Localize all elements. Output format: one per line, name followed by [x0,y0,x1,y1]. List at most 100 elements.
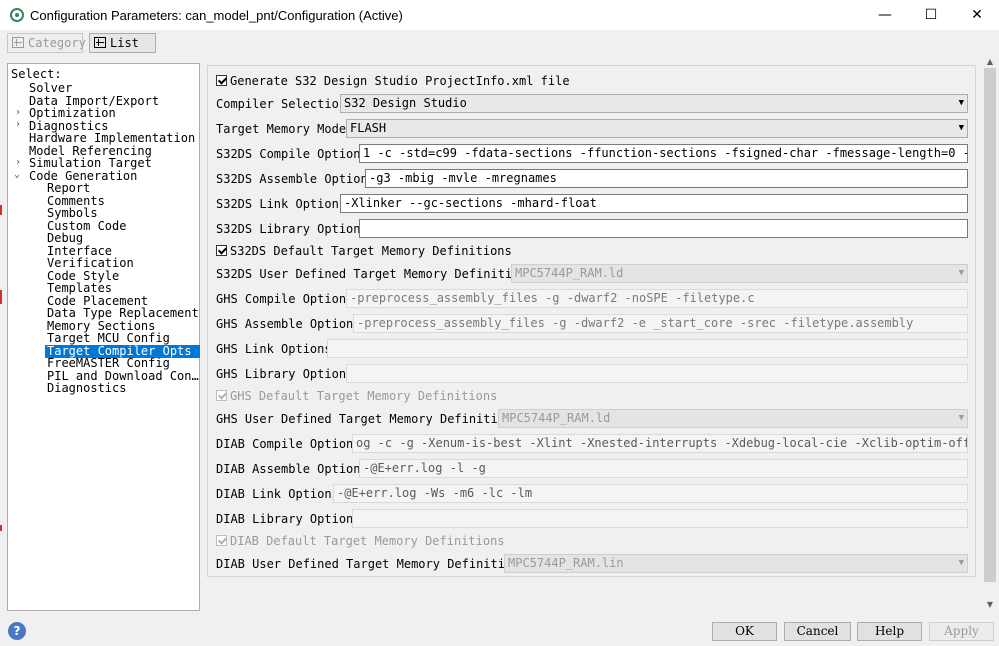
target-memory-model-label: Target Memory Model [216,122,354,136]
diab-link-input[interactable]: -@E+err.log -Ws -m6 -lc -lm [333,484,968,503]
diab-assemble-input[interactable]: -@E+err.log -l -g [359,459,968,478]
s32ds-link-label: S32DS Link Options [216,197,347,211]
tree-header: Select: [11,67,62,81]
ghs-default-mem-row[interactable]: GHS Default Target Memory Definitions [216,386,616,406]
matlab-config-icon [10,8,24,22]
help-button[interactable]: Help [857,622,922,641]
title-bar: Configuration Parameters: can_model_pnt/… [0,0,999,30]
diab-default-mem-label: DIAB Default Target Memory Definitions [230,534,505,548]
help-icon[interactable]: ? [8,622,26,640]
cancel-button[interactable]: Cancel [784,622,851,641]
apply-button[interactable]: Apply [929,622,994,641]
ghs-assemble-label: GHS Assemble Options [216,317,361,331]
ghs-link-row: GHS Link Options [216,339,971,359]
compiler-selection-label: Compiler Selection [216,97,347,111]
category-view-button[interactable]: Category [7,33,86,53]
left-edge-mark [0,525,2,531]
ghs-default-mem-label: GHS Default Target Memory Definitions [230,389,498,403]
chevron-right-icon[interactable]: › [15,157,21,168]
s32ds-assemble-label: S32DS Assemble Options [216,172,375,186]
list-icon [94,37,106,48]
diab-user-mem-label: DIAB User Defined Target Memory Definiti… [216,557,527,571]
diab-library-label: DIAB Library Options [216,512,361,526]
ghs-user-mem-label: GHS User Defined Target Memory Definitio… [216,412,520,426]
ok-button[interactable]: OK [712,622,777,641]
tree-item-diagnostics-sub[interactable]: Diagnostics [47,382,126,395]
category-label: Category [28,36,86,50]
target-memory-model-dropdown[interactable]: FLASH ▼ [346,119,968,138]
gen-projectinfo-row[interactable]: Generate S32 Design Studio ProjectInfo.x… [216,71,616,91]
view-toolbar: Category List [0,30,999,56]
diab-compile-row: DIAB Compile Options og -c -g -Xenum-is-… [216,434,971,454]
s32ds-user-mem-dropdown[interactable]: MPC5744P_RAM.ld ▼ [511,264,968,283]
s32ds-link-row: S32DS Link Options -Xlinker --gc-section… [216,194,971,214]
s32ds-library-row: S32DS Library Options [216,219,971,239]
s32ds-compile-input[interactable]: 1 -c -std=c99 -fdata-sections -ffunction… [359,144,968,163]
diab-library-input[interactable] [352,509,968,528]
minimize-button[interactable]: — [862,0,908,30]
diab-user-mem-row: DIAB User Defined Target Memory Definiti… [216,554,971,574]
window-title: Configuration Parameters: can_model_pnt/… [30,8,403,23]
chevron-right-icon[interactable]: › [15,119,21,130]
diab-library-row: DIAB Library Options [216,509,971,529]
close-button[interactable]: ✕ [954,0,999,30]
diab-default-mem-checkbox[interactable] [216,535,227,546]
diab-user-mem-dropdown[interactable]: MPC5744P_RAM.lin ▼ [504,554,968,573]
s32ds-assemble-row: S32DS Assemble Options -g3 -mbig -mvle -… [216,169,971,189]
target-memory-model-row: Target Memory Model FLASH ▼ [216,119,971,139]
ghs-default-mem-checkbox[interactable] [216,390,227,401]
ghs-library-input[interactable] [346,364,968,383]
gen-projectinfo-label: Generate S32 Design Studio ProjectInfo.x… [230,74,570,88]
s32ds-library-input[interactable] [359,219,968,238]
scroll-up-icon[interactable]: ▲ [984,57,996,67]
maximize-button[interactable]: ☐ [908,0,954,30]
category-icon [12,37,24,48]
ghs-library-row: GHS Library Options [216,364,971,384]
diab-link-row: DIAB Link Options -@E+err.log -Ws -m6 -l… [216,484,971,504]
diab-compile-input[interactable]: og -c -g -Xenum-is-best -Xlint -Xnested-… [352,434,968,453]
diab-compile-label: DIAB Compile Options [216,437,361,451]
ghs-user-mem-dropdown[interactable]: MPC5744P_RAM.ld ▼ [498,409,968,428]
ghs-assemble-input[interactable]: -preprocess_assembly_files -g -dwarf2 -e… [353,314,968,333]
category-tree: Select: Solver Data Import/Export › Opti… [7,63,200,611]
dropdown-arrow-icon: ▼ [958,413,964,423]
ghs-user-mem-row: GHS User Defined Target Memory Definitio… [216,409,971,429]
diab-assemble-label: DIAB Assemble Options [216,462,368,476]
diab-assemble-row: DIAB Assemble Options -@E+err.log -l -g [216,459,971,479]
target-memory-model-value: FLASH [350,121,387,135]
vertical-scrollbar[interactable]: ▲ ▼ [982,57,998,612]
s32ds-user-mem-label: S32DS User Defined Target Memory Definit… [216,267,534,281]
dropdown-arrow-icon: ▼ [958,98,964,108]
dropdown-arrow-icon: ▼ [958,558,964,568]
s32ds-assemble-input[interactable]: -g3 -mbig -mvle -mregnames [365,169,968,188]
s32ds-compile-row: S32DS Compile Options 1 -c -std=c99 -fda… [216,144,971,164]
ghs-library-label: GHS Library Options [216,367,354,381]
gen-projectinfo-checkbox[interactable] [216,75,227,86]
s32ds-compile-label: S32DS Compile Options [216,147,368,161]
ghs-compile-input[interactable]: -preprocess_assembly_files -g -dwarf2 -n… [346,289,968,308]
s32ds-link-input[interactable]: -Xlinker --gc-sections -mhard-float [340,194,968,213]
s32ds-default-mem-checkbox[interactable] [216,245,227,256]
left-edge-mark [0,290,2,304]
list-label: List [110,36,139,50]
ghs-link-input[interactable] [327,339,968,358]
scroll-down-icon[interactable]: ▼ [984,600,996,610]
list-view-button[interactable]: List [89,33,156,53]
ghs-compile-label: GHS Compile Options [216,292,354,306]
ghs-user-mem-value: MPC5744P_RAM.ld [502,411,611,425]
chevron-right-icon[interactable]: › [15,107,21,118]
ghs-assemble-row: GHS Assemble Options -preprocess_assembl… [216,314,971,334]
dropdown-arrow-icon: ▼ [958,123,964,133]
settings-panel: Generate S32 Design Studio ProjectInfo.x… [207,65,976,577]
diab-user-mem-value: MPC5744P_RAM.lin [508,556,624,570]
scrollbar-thumb[interactable] [984,68,996,582]
s32ds-library-label: S32DS Library Options [216,222,368,236]
compiler-selection-dropdown[interactable]: S32 Design Studio ▼ [340,94,968,113]
s32ds-default-mem-row[interactable]: S32DS Default Target Memory Definitions [216,241,616,261]
ghs-link-label: GHS Link Options [216,342,332,356]
diab-default-mem-row[interactable]: DIAB Default Target Memory Definitions [216,531,616,551]
left-edge-mark [0,205,2,215]
dropdown-arrow-icon: ▼ [958,268,964,278]
diab-link-label: DIAB Link Options [216,487,339,501]
chevron-down-icon[interactable]: ⌄ [14,169,20,180]
